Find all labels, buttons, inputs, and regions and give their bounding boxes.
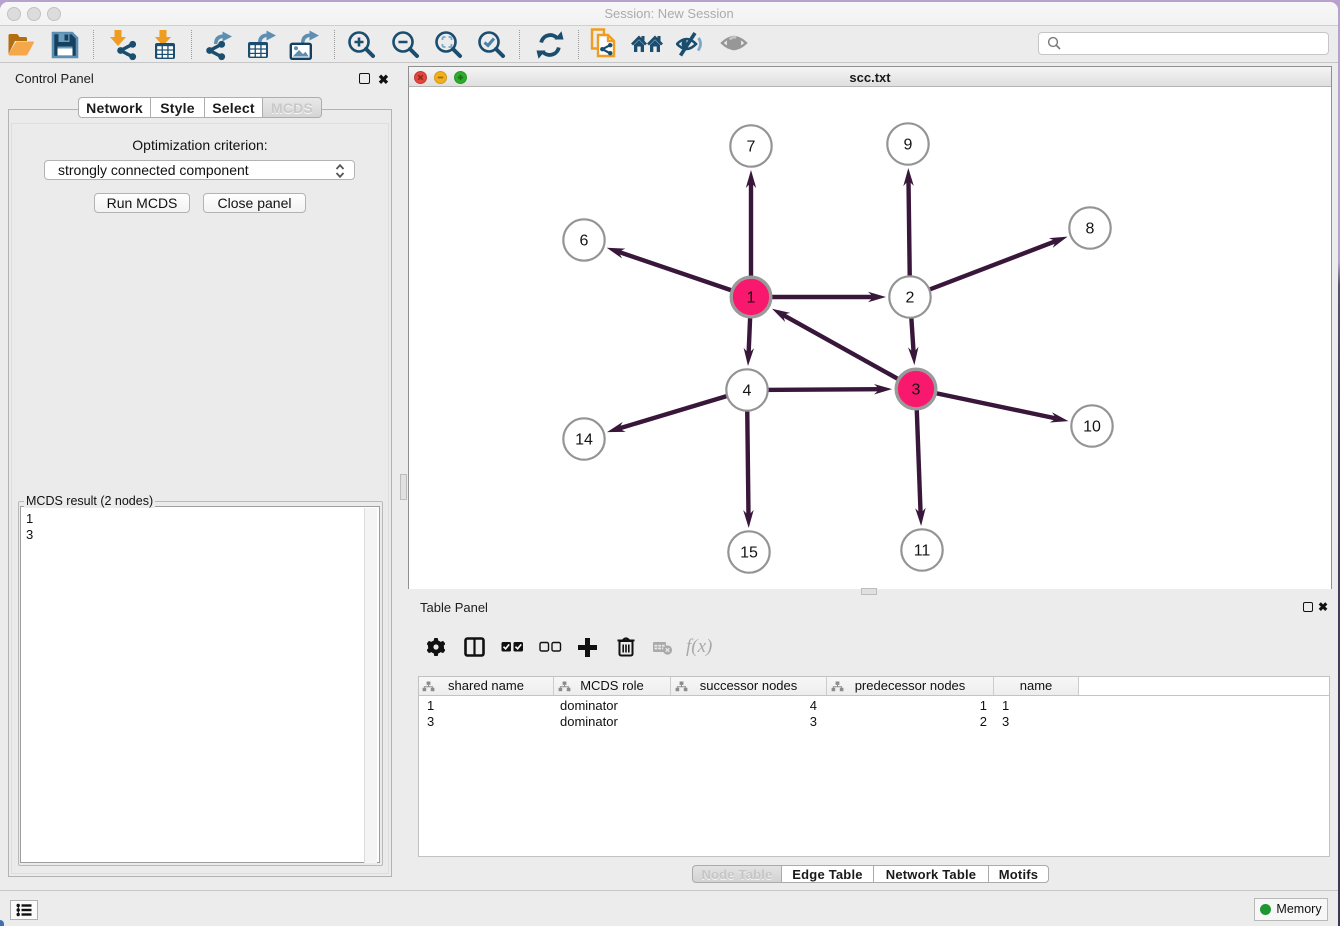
svg-text:6: 6 bbox=[580, 233, 589, 250]
svg-text:3: 3 bbox=[912, 382, 921, 399]
svg-text:4: 4 bbox=[743, 383, 752, 400]
svg-text:f(x): f(x) bbox=[686, 636, 712, 657]
svg-text:10: 10 bbox=[1083, 419, 1101, 436]
svg-text:14: 14 bbox=[575, 432, 593, 449]
svg-text:11: 11 bbox=[914, 543, 931, 560]
svg-text:7: 7 bbox=[747, 139, 756, 156]
svg-text:2: 2 bbox=[906, 290, 915, 307]
svg-text:15: 15 bbox=[740, 545, 758, 562]
svg-text:9: 9 bbox=[904, 137, 913, 154]
svg-text:1: 1 bbox=[747, 290, 756, 307]
svg-text:8: 8 bbox=[1086, 221, 1095, 238]
